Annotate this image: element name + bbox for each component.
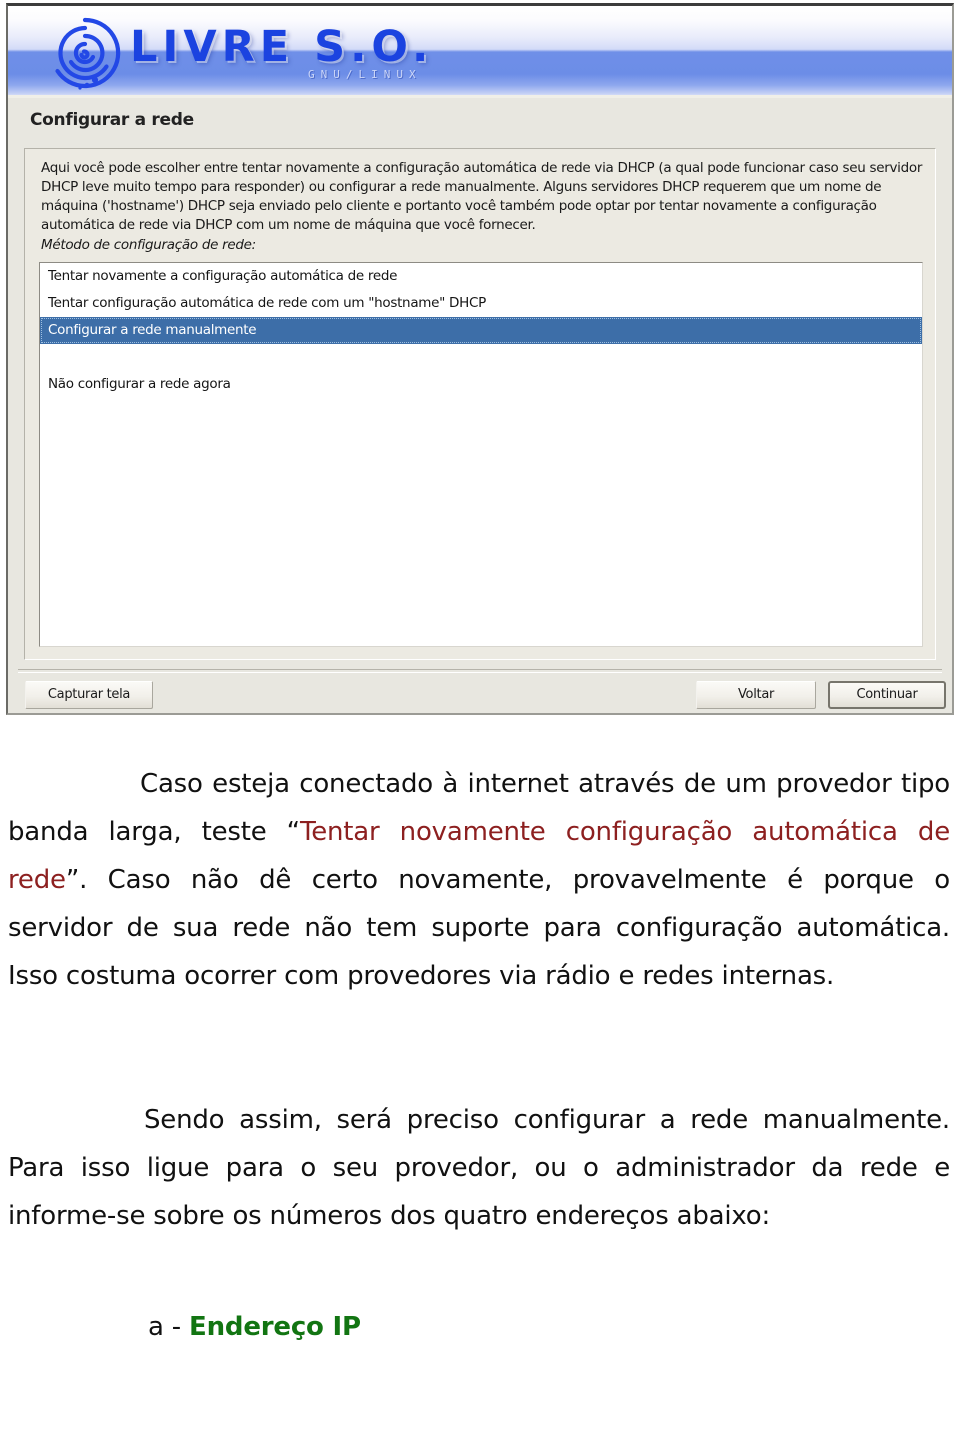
paragraph-1-after: ”. Caso não dê certo novamente, provavel… [8,865,950,991]
capture-screen-button[interactable]: Capturar tela [25,681,153,709]
list-item[interactable]: Tentar configuração automática de rede c… [40,290,922,317]
list-item-a: a - Endereço IP [148,1312,960,1342]
back-button[interactable]: Voltar [696,681,816,709]
logo-wordmark: LIVRE S.O. [130,22,434,72]
installer-screenshot: LIVRE S.O. GNU/LINUX Configurar a rede A… [6,3,954,715]
document-body: Caso esteja conectado à internet através… [0,760,960,1342]
paragraph-1: Caso esteja conectado à internet através… [8,760,950,1000]
list-item[interactable]: Não configurar a rede agora [40,371,922,398]
spiral-logo-icon [55,17,121,90]
installer-banner: LIVRE S.O. GNU/LINUX [8,6,952,98]
list-item-a-label: Endereço IP [189,1312,361,1342]
footer-divider [18,669,942,673]
list-item-a-marker: a - [148,1312,190,1342]
page-title: Configurar a rede [30,110,194,130]
continue-button[interactable]: Continuar [828,681,946,709]
field-label: Método de configuração de rede: [41,237,256,253]
description-text: Aqui você pode escolher entre tentar nov… [41,160,923,233]
network-method-listbox[interactable]: Tentar novamente a configuração automáti… [39,262,923,647]
list-item-selected[interactable]: Configurar a rede manualmente [40,317,922,344]
content-frame: Aqui você pode escolher entre tentar nov… [24,148,936,660]
logo-subtitle: GNU/LINUX [308,68,422,81]
list-item[interactable]: Tentar novamente a configuração automáti… [40,263,922,290]
paragraph-2: Sendo assim, será preciso configurar a r… [8,1105,950,1231]
